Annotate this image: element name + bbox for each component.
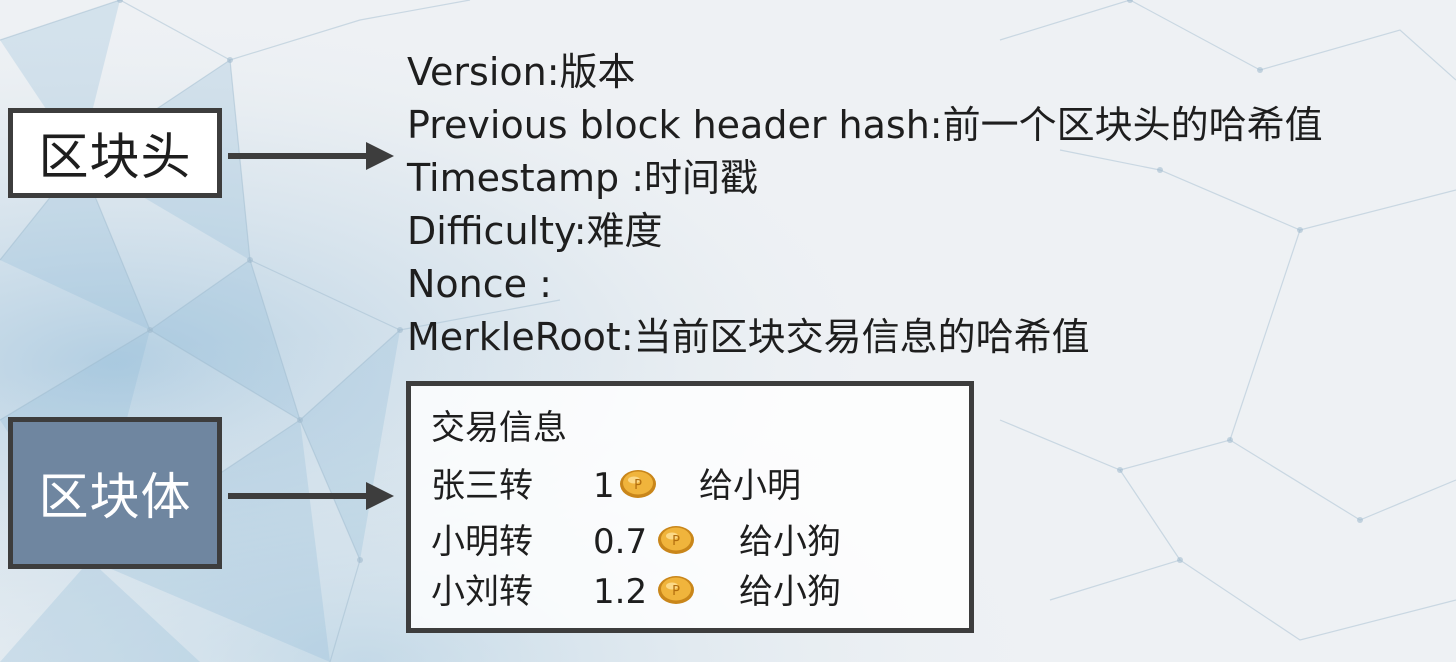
svg-text:P: P [634, 478, 642, 493]
transaction-from: 张三转 [431, 466, 533, 506]
transaction-amount: 0.7 [593, 522, 648, 562]
header-field-list: Version:版本 Previous block header hash:前一… [407, 46, 1323, 364]
field-merkle-root: MerkleRoot:当前区块交易信息的哈希值 [407, 315, 1090, 359]
svg-text:P: P [672, 534, 680, 549]
header-arrow [228, 142, 394, 170]
body-arrow [228, 482, 394, 510]
block-body-box: 区块体 [8, 417, 222, 569]
transaction-amount: 1 [593, 466, 615, 506]
field-version: Version:版本 [407, 50, 636, 94]
coin-icon: P [658, 526, 694, 554]
transaction-to: 给小狗 [739, 572, 841, 612]
transaction-to: 给小明 [699, 466, 801, 506]
transaction-to: 给小狗 [739, 522, 841, 562]
transactions-box: 交易信息 张三转 1 P 给小明 小明转 0.7 P 给小狗 小刘转 1.2 P [406, 381, 974, 633]
block-header-box: 区块头 [8, 108, 222, 198]
transaction-amount: 1.2 [593, 572, 648, 612]
coin-icon: P [620, 470, 656, 498]
field-previous-hash: Previous block header hash:前一个区块头的哈希值 [407, 103, 1323, 147]
transaction-from: 小明转 [431, 522, 533, 562]
svg-text:P: P [672, 584, 680, 599]
field-nonce: Nonce : [407, 262, 552, 306]
transaction-from: 小刘转 [431, 572, 533, 612]
field-difficulty: Difficulty:难度 [407, 209, 663, 253]
block-body-label: 区块体 [38, 468, 192, 526]
block-header-label: 区块头 [38, 128, 192, 186]
coin-icon: P [658, 576, 694, 604]
field-timestamp: Timestamp :时间戳 [407, 156, 758, 200]
transactions-title: 交易信息 [431, 408, 567, 448]
